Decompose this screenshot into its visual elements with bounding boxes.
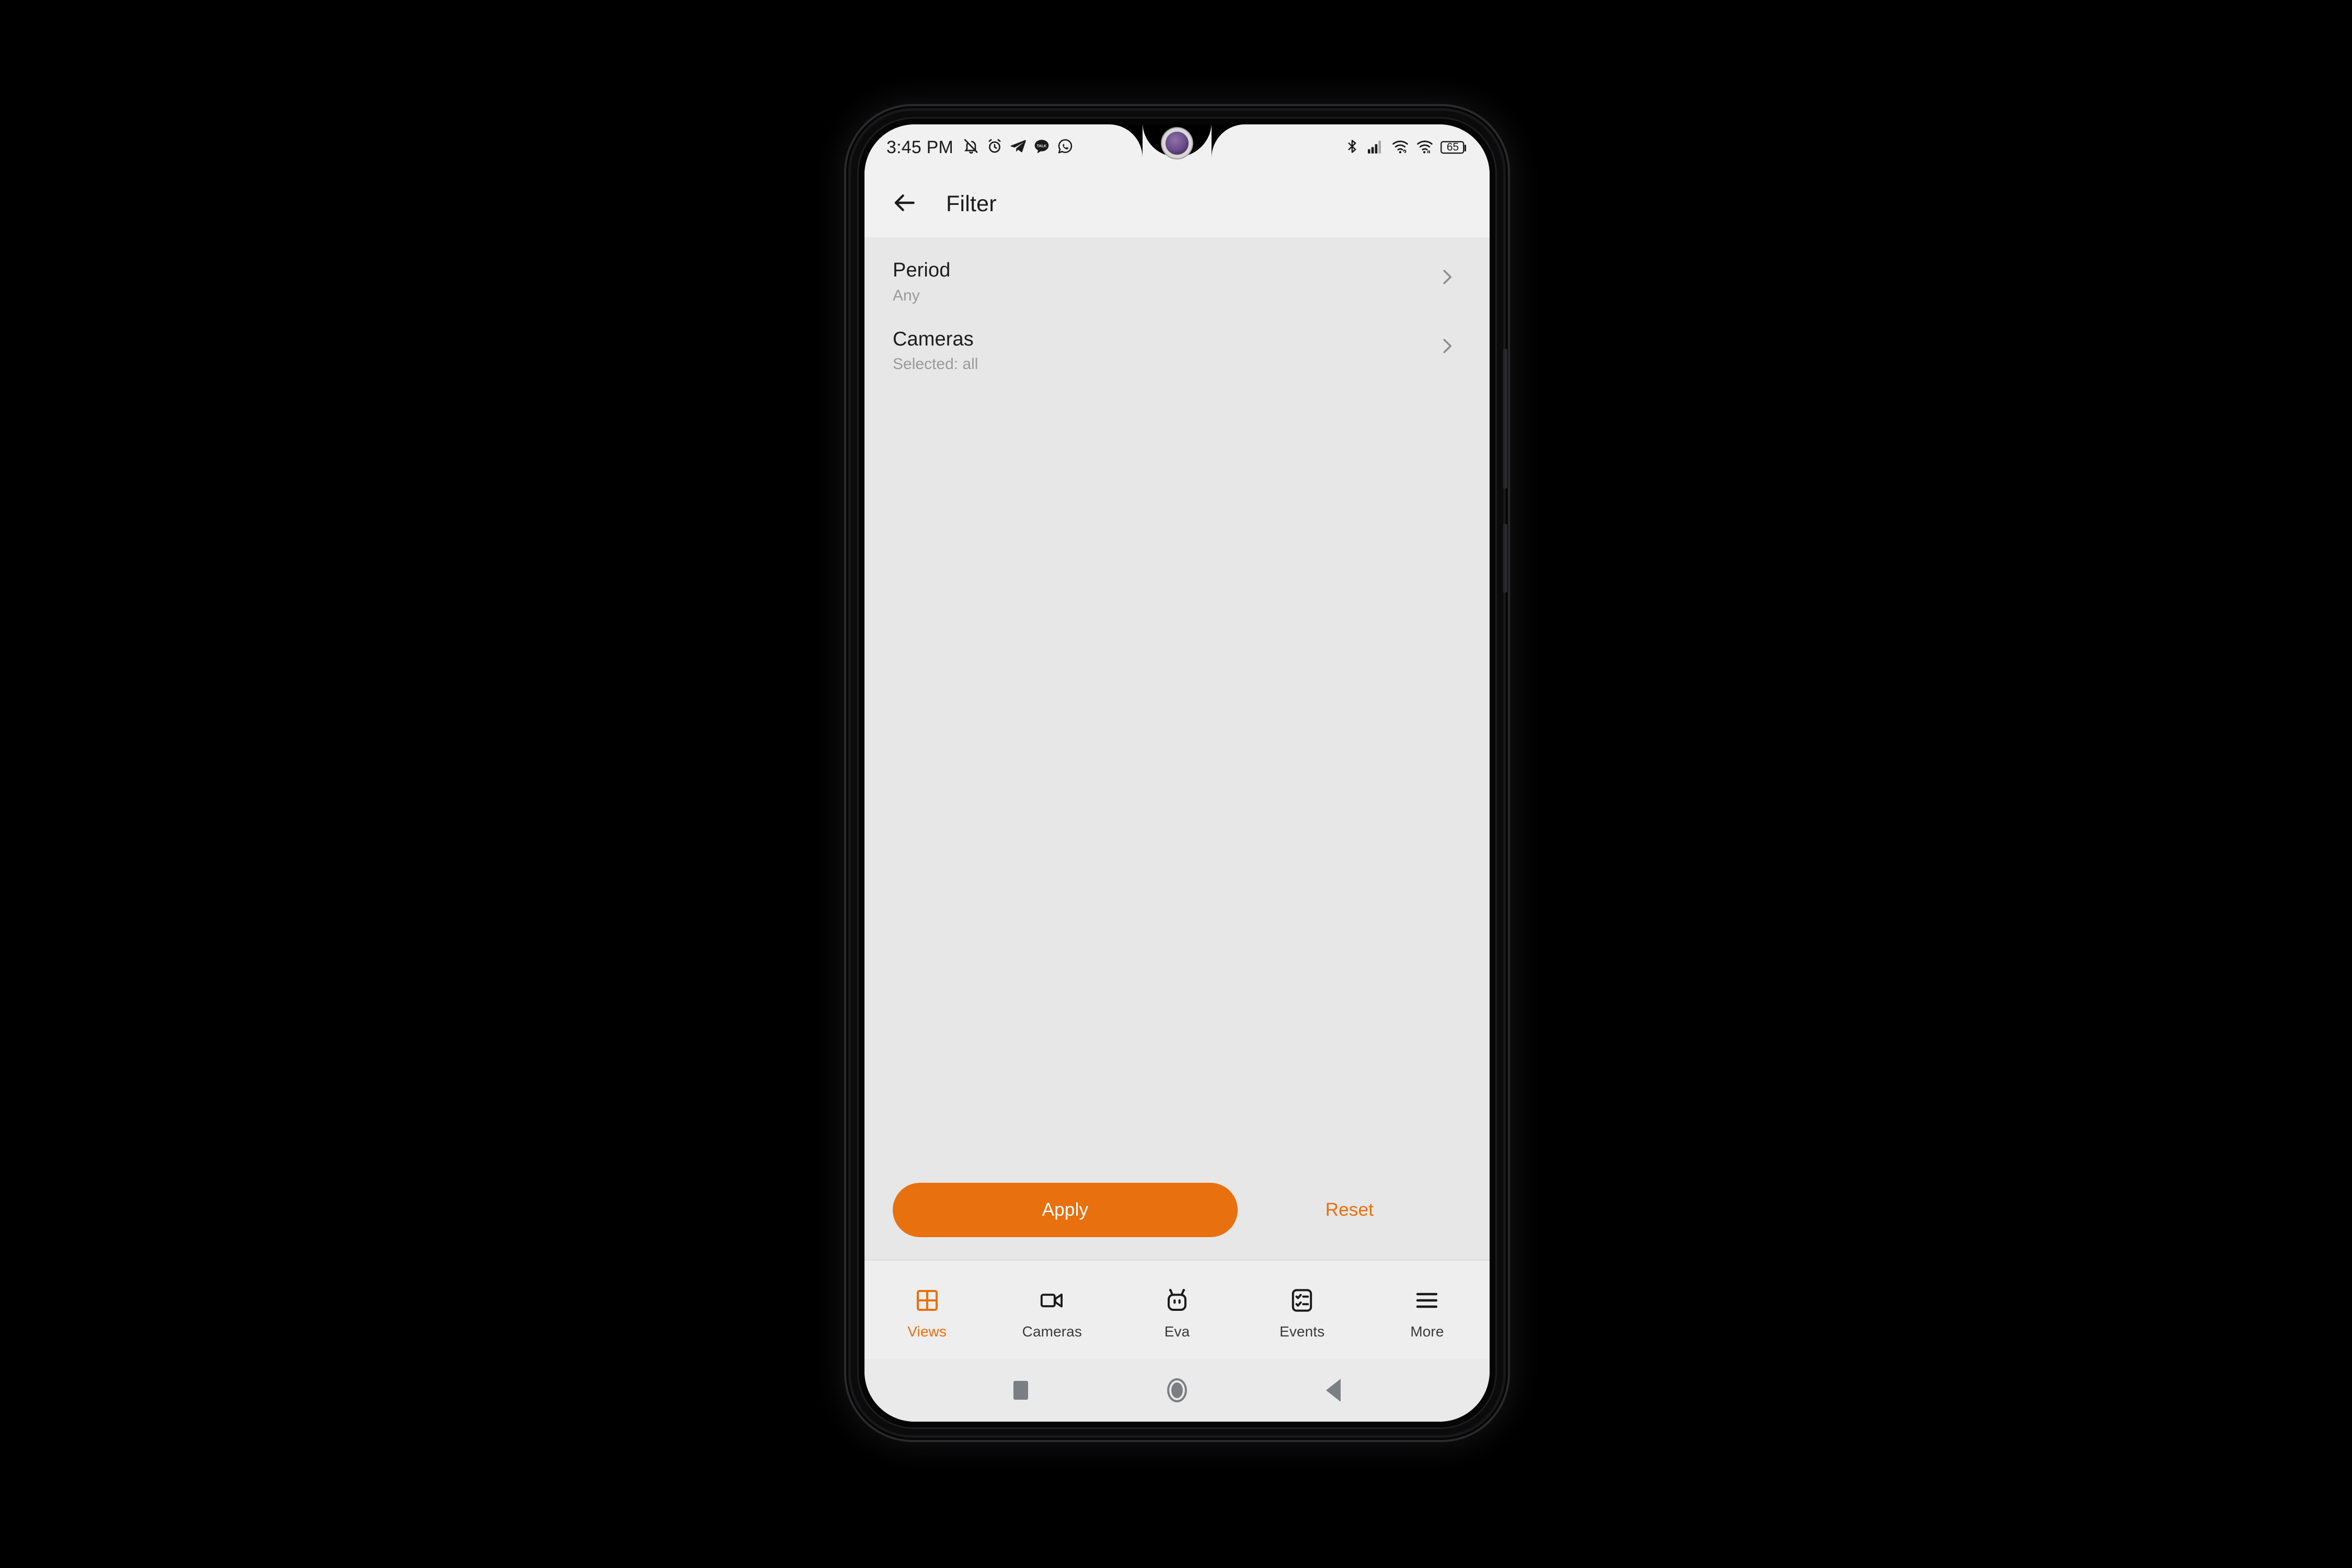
filter-row-title: Cameras <box>893 328 974 350</box>
action-bar: Apply Reset <box>864 1160 1490 1260</box>
chevron-right-icon <box>1432 262 1461 292</box>
hamburger-menu-icon <box>1414 1284 1440 1317</box>
status-bar-left-group: 3:45 PM TALK <box>886 137 1074 158</box>
wifi-secondary-icon <box>1416 139 1434 157</box>
svg-text:TALK: TALK <box>1037 143 1047 148</box>
system-back-button[interactable] <box>1305 1367 1362 1414</box>
app-bar: Filter <box>864 170 1490 237</box>
triangle-back-icon <box>1325 1379 1341 1402</box>
mute-bell-icon <box>963 138 979 157</box>
filter-list: Period Any Cameras Selected: all <box>864 237 1490 1260</box>
tab-label: Views <box>907 1323 947 1340</box>
square-recents-icon <box>1013 1381 1029 1400</box>
back-button[interactable] <box>884 183 925 224</box>
wifi-icon <box>1391 139 1409 157</box>
filter-row-title: Period <box>893 259 951 281</box>
checklist-icon <box>1290 1284 1313 1317</box>
chevron-right-icon <box>1432 331 1461 361</box>
bottom-tab-bar: Views Cameras Eva Events More <box>864 1260 1490 1359</box>
home-button[interactable] <box>1148 1367 1206 1414</box>
screenshot-canvas: 3:45 PM TALK 65 Filter Period Any Camera… <box>0 0 2352 1568</box>
video-camera-icon <box>1039 1284 1065 1317</box>
tab-views[interactable]: Views <box>864 1261 989 1359</box>
battery-indicator: 65 <box>1440 140 1468 155</box>
cellular-signal-icon <box>1367 139 1385 157</box>
battery-percent-label: 65 <box>1446 141 1459 153</box>
tab-cameras[interactable]: Cameras <box>989 1261 1114 1359</box>
grid-icon <box>915 1284 940 1317</box>
robot-icon <box>1165 1284 1190 1317</box>
volume-rocker-button[interactable] <box>1503 349 1508 489</box>
android-system-nav <box>864 1359 1490 1422</box>
whatsapp-icon <box>1057 138 1074 157</box>
talk-message-icon: TALK <box>1033 138 1050 157</box>
filter-row-period[interactable]: Period Any <box>864 247 1490 316</box>
recents-button[interactable] <box>992 1367 1050 1414</box>
reset-button[interactable]: Reset <box>1238 1183 1461 1237</box>
bluetooth-icon <box>1344 138 1360 157</box>
tab-label: Events <box>1279 1323 1325 1340</box>
phone-screen: 3:45 PM TALK 65 Filter Period Any Camera… <box>864 124 1490 1422</box>
page-title: Filter <box>946 191 997 216</box>
apply-button[interactable]: Apply <box>893 1183 1238 1237</box>
filter-row-cameras[interactable]: Cameras Selected: all <box>864 316 1490 385</box>
filter-row-value: Selected: all <box>893 355 978 373</box>
tab-label: Eva <box>1164 1323 1190 1340</box>
power-button[interactable] <box>1503 524 1508 593</box>
circle-home-icon <box>1167 1378 1187 1402</box>
tab-more[interactable]: More <box>1365 1261 1490 1359</box>
tab-label: More <box>1410 1323 1444 1340</box>
phone-device: 3:45 PM TALK 65 Filter Period Any Camera… <box>851 111 1508 1435</box>
status-bar-clock: 3:45 PM <box>886 137 954 157</box>
front-camera-lens-icon <box>1166 132 1189 155</box>
status-bar-right-group: 65 <box>1344 138 1468 157</box>
arrow-left-icon <box>892 190 918 218</box>
telegram-icon <box>1010 138 1027 157</box>
tab-events[interactable]: Events <box>1240 1261 1365 1359</box>
tab-label: Cameras <box>1022 1323 1082 1340</box>
filter-row-value: Any <box>893 286 920 304</box>
alarm-clock-icon <box>986 138 1003 157</box>
tab-eva[interactable]: Eva <box>1114 1261 1239 1359</box>
